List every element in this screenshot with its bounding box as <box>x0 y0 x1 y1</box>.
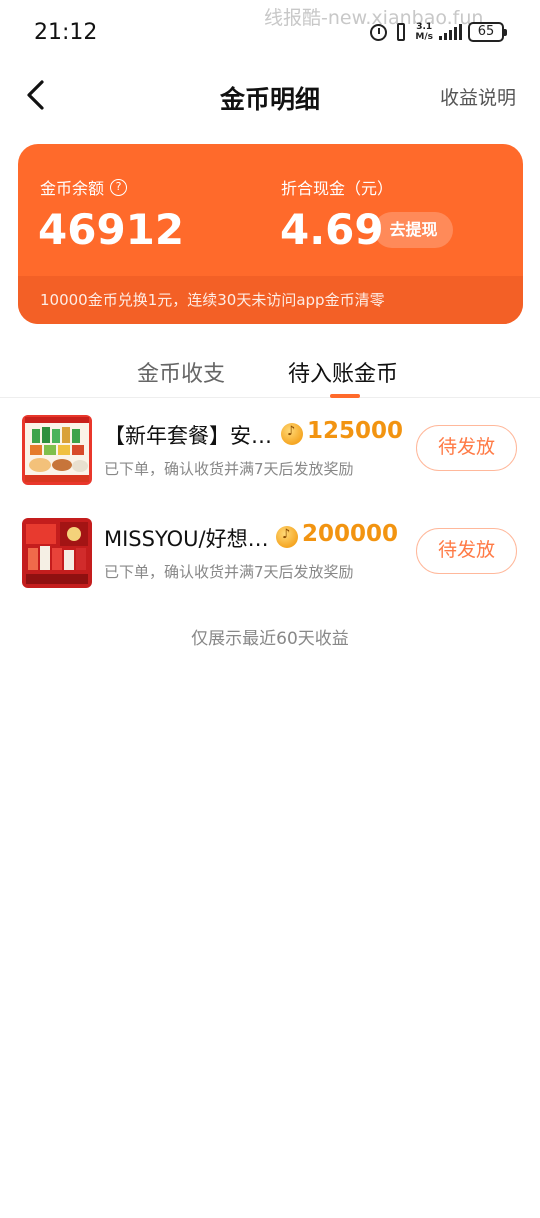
earnings-info-link[interactable]: 收益说明 <box>440 83 516 110</box>
item-title: 【新年套餐】安… <box>104 424 272 448</box>
item-description: 已下单，确认收货并满7天后发放奖励 <box>104 563 354 581</box>
item-amount: 200000 <box>302 521 399 547</box>
tab-bar: 金币收支 待入账金币 <box>0 342 540 398</box>
battery-icon: 65 <box>468 22 507 42</box>
history-range-note: 仅展示最近60天收益 <box>191 629 349 649</box>
balance-card: 金币余额 ? 46912 折合现金（元） 4.69 去提现 10000金币兑换1… <box>18 144 523 324</box>
nav-bar: 金币明细 收益说明 <box>0 64 540 126</box>
coin-icon <box>281 423 303 445</box>
balance-label-group: 金币余额 ? <box>40 175 128 199</box>
network-speed: 3.1 M/s <box>415 22 433 42</box>
question-icon[interactable]: ? <box>110 178 128 196</box>
network-speed-unit: M/s <box>415 32 433 42</box>
cash-value: 4.69 <box>280 205 384 254</box>
pending-status-button[interactable]: 待发放 <box>416 425 517 471</box>
item-amount: 125000 <box>307 418 404 444</box>
cash-label: 折合现金（元） <box>281 179 394 198</box>
status-icons: 3.1 M/s 65 <box>370 22 507 42</box>
coin-icon <box>276 526 298 548</box>
vibrate-icon <box>393 23 409 41</box>
product-thumbnail <box>22 415 92 485</box>
exchange-rule-text: 10000金币兑换1元，连续30天未访问app金币清零 <box>40 291 385 309</box>
list-item[interactable]: 【新年套餐】安… 125000 已下单，确认收货并满7天后发放奖励 待发放 <box>0 415 540 515</box>
product-thumbnail <box>22 518 92 588</box>
signal-icon <box>439 24 462 40</box>
tab-coin-transactions[interactable]: 金币收支 <box>137 356 225 388</box>
tab-pending-coins[interactable]: 待入账金币 <box>288 356 398 388</box>
balance-label: 金币余额 <box>40 179 105 198</box>
item-title: MISSYOU/好想… <box>104 527 269 551</box>
withdraw-button[interactable]: 去提现 <box>374 212 453 248</box>
status-time: 21:12 <box>34 20 98 45</box>
pending-status-button[interactable]: 待发放 <box>416 528 517 574</box>
card-footer: 10000金币兑换1元，连续30天未访问app金币清零 <box>18 276 523 324</box>
list-item[interactable]: MISSYOU/好想… 200000 已下单，确认收货并满7天后发放奖励 待发放 <box>0 518 540 618</box>
balance-value: 46912 <box>38 205 185 254</box>
status-bar: 21:12 线报酷-new.xianbao.fun 3.1 M/s 65 <box>0 0 540 62</box>
item-description: 已下单，确认收货并满7天后发放奖励 <box>104 460 354 478</box>
network-speed-value: 3.1 <box>416 22 433 32</box>
active-tab-indicator <box>330 394 360 398</box>
alarm-icon <box>370 23 388 41</box>
